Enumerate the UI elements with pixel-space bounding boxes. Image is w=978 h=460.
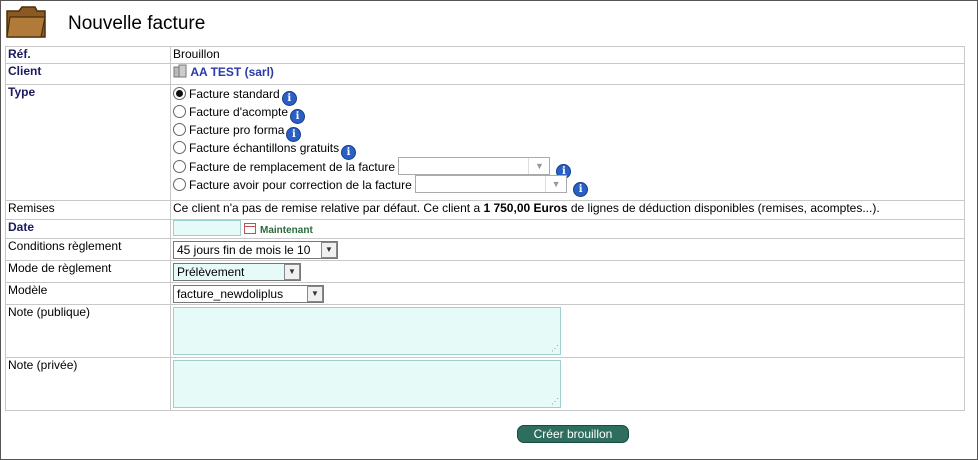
conditions-label: Conditions règlement xyxy=(5,238,171,261)
note-public-label: Note (publique) xyxy=(5,304,171,358)
header: Nouvelle facture xyxy=(5,5,965,41)
radio-avoir[interactable] xyxy=(173,178,186,191)
radio-standard[interactable] xyxy=(173,87,186,100)
resize-grip-icon[interactable]: ⋰ xyxy=(551,345,559,353)
note-private-textarea[interactable]: ⋰ xyxy=(173,360,561,408)
remises-text: Ce client n'a pas de remise relative par… xyxy=(170,200,965,220)
page-title: Nouvelle facture xyxy=(68,13,206,34)
remises-text-before: Ce client n'a pas de remise relative par… xyxy=(173,201,484,215)
note-public-textarea[interactable]: ⋰ xyxy=(173,307,561,355)
invoice-form: Réf. Brouillon Client AA TEST (sarl) Typ… xyxy=(5,46,965,411)
payment-mode-select[interactable]: Prélèvement ▼ xyxy=(173,263,301,281)
info-icon[interactable]: i xyxy=(573,182,589,197)
type-option-label: Facture d'acompte xyxy=(189,105,289,119)
company-icon xyxy=(173,64,187,78)
type-option-remplacement[interactable]: Facture de remplacement de la facture ▼ i xyxy=(173,157,962,179)
radio-remplacement[interactable] xyxy=(173,160,186,173)
remises-label: Remises xyxy=(5,200,171,220)
radio-acompte[interactable] xyxy=(173,105,186,118)
chevron-down-icon: ▼ xyxy=(321,242,337,258)
model-select[interactable]: facture_newdoliplus ▼ xyxy=(173,285,324,303)
type-option-echantillons[interactable]: Facture échantillons gratuits i xyxy=(173,139,962,160)
window: Nouvelle facture Réf. Brouillon Client A… xyxy=(0,0,978,460)
ref-label: Réf. xyxy=(5,46,171,64)
client-link[interactable]: AA TEST (sarl) xyxy=(190,65,274,79)
remises-amount: 1 750,00 Euros xyxy=(483,201,568,215)
chevron-down-icon: ▼ xyxy=(528,158,549,174)
remises-text-after: de lignes de déduction disponibles (remi… xyxy=(567,201,880,215)
type-option-label: Facture pro forma xyxy=(189,123,285,137)
type-option-label: Facture avoir pour correction de la fact… xyxy=(189,178,412,192)
folder-icon xyxy=(6,6,46,38)
credit-invoice-select[interactable]: ▼ xyxy=(415,175,568,193)
type-label: Type xyxy=(5,84,171,201)
type-option-acompte[interactable]: Facture d'acompte i xyxy=(173,103,962,124)
ref-value: Brouillon xyxy=(170,46,965,64)
model-value: facture_newdoliplus xyxy=(177,287,284,301)
now-link[interactable]: Maintenant xyxy=(260,225,313,236)
create-draft-button[interactable]: Créer brouillon xyxy=(517,425,629,443)
date-input[interactable] xyxy=(173,220,241,236)
radio-echantillons[interactable] xyxy=(173,141,186,154)
type-option-label: Facture échantillons gratuits xyxy=(189,141,340,155)
payment-terms-value: 45 jours fin de mois le 10 xyxy=(177,243,311,257)
payment-mode-value: Prélèvement xyxy=(177,265,245,279)
radio-proforma[interactable] xyxy=(173,123,186,136)
mode-label: Mode de règlement xyxy=(5,260,171,283)
type-option-label: Facture standard xyxy=(189,87,280,101)
resize-grip-icon[interactable]: ⋰ xyxy=(551,398,559,406)
chevron-down-icon: ▼ xyxy=(284,264,300,280)
type-option-label: Facture de remplacement de la facture xyxy=(189,160,396,174)
note-private-label: Note (privée) xyxy=(5,357,171,411)
chevron-down-icon: ▼ xyxy=(307,286,323,302)
chevron-down-icon: ▼ xyxy=(545,176,566,192)
date-label: Date xyxy=(5,219,171,239)
calendar-icon[interactable] xyxy=(244,223,256,234)
type-option-standard[interactable]: Facture standard i xyxy=(173,85,962,106)
type-option-proforma[interactable]: Facture pro forma i xyxy=(173,121,962,142)
modele-label: Modèle xyxy=(5,282,171,305)
type-option-avoir[interactable]: Facture avoir pour correction de la fact… xyxy=(173,175,962,197)
replacement-invoice-select[interactable]: ▼ xyxy=(398,157,551,175)
client-label: Client xyxy=(5,63,171,85)
payment-terms-select[interactable]: 45 jours fin de mois le 10 ▼ xyxy=(173,241,338,259)
